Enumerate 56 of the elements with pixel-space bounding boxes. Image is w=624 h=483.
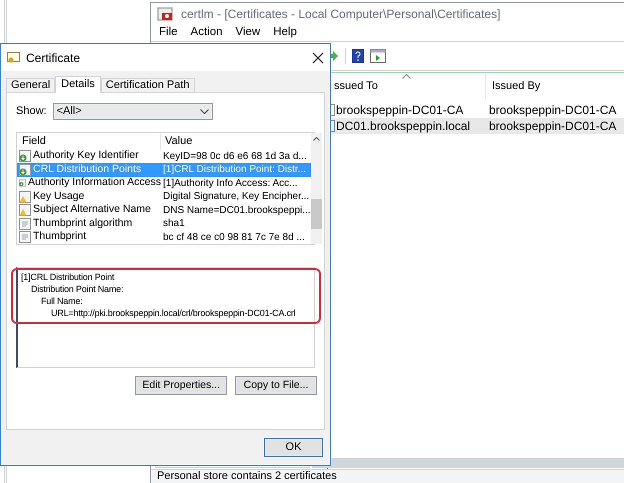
action-button[interactable]: Edit Properties...: [135, 376, 227, 395]
tab[interactable]: Details: [55, 76, 101, 93]
window-title: certlm - [Certificates - Local Computer\Personal\Certificates]: [181, 6, 500, 23]
scrollbar[interactable]: [310, 133, 322, 244]
menu-item[interactable]: View: [236, 24, 260, 42]
help-icon[interactable]: [352, 49, 364, 63]
field-row[interactable]: Thumbprint algorithm sha1: [17, 217, 311, 230]
tab[interactable]: Certification Path: [100, 78, 195, 93]
table-cell-text: Authority Key Identifier: [33, 148, 139, 164]
table-cell-text: Digital Signature, Key Encipher...: [162, 190, 310, 204]
column-header[interactable]: Value: [161, 133, 192, 150]
table-cell-text: [1]CRL Distribution Point: Distr...: [162, 163, 306, 178]
table-cell-text: KeyID=98 0c d6 e6 68 1d 3a d...: [162, 150, 307, 164]
status-bar: Personal store contains 2 certificates: [151, 469, 624, 483]
dialog-title: Certificate: [26, 50, 82, 66]
ok-button[interactable]: OK: [264, 438, 323, 457]
table-cell-text: Authority Information Access: [28, 175, 161, 190]
action-button[interactable]: Copy to File...: [235, 376, 317, 395]
table-cell-text: brookspeppin-DC01-CA: [488, 102, 616, 119]
table-cell-text: bc cf 48 ce c0 98 81 7c 7e 8d ...: [162, 230, 305, 245]
table-cell-text: [1]Authority Info Access: Acc...: [162, 176, 298, 191]
menu-item[interactable]: Help: [273, 24, 297, 42]
table-cell-text: sha1: [162, 217, 185, 232]
scrollbar-thumb[interactable]: [310, 199, 322, 229]
scroll-up-icon[interactable]: [312, 137, 320, 141]
table-cell-text: brookspeppin-DC01-CA: [488, 118, 616, 135]
certificate-icon: [7, 52, 20, 64]
field-row[interactable]: Subject Alternative Name DNS Name=DC01.brookspeppi...: [17, 204, 311, 217]
certificate-console-icon: [157, 7, 173, 21]
menu-item[interactable]: File: [159, 24, 178, 42]
field-row[interactable]: Authority Information Access [1]Authority Info Access: Acc...: [17, 176, 311, 190]
certificate-row[interactable]: DC01.brookspeppin.local brookspeppin-DC01-CA: [328, 118, 624, 134]
table-cell-text: CRL Distribution Points: [33, 162, 142, 177]
close-icon[interactable]: [312, 52, 324, 64]
table-cell-text: Key Usage: [33, 188, 84, 204]
show-label: Show:: [16, 104, 47, 120]
column-header[interactable]: Issued By: [486, 78, 540, 94]
detail-line: Full Name:: [41, 295, 84, 307]
scrollbar[interactable]: [312, 458, 624, 468]
table-cell-text: Thumbprint algorithm: [33, 216, 132, 231]
field-row[interactable]: Authority Key Identifier KeyID=98 0c d6 e6 68 1d 3a d...: [17, 150, 311, 163]
chevron-down-icon: [200, 109, 209, 114]
menu-item[interactable]: Action: [190, 24, 222, 42]
tab[interactable]: General: [6, 78, 56, 93]
field-row[interactable]: Key Usage Digital Signature, Key Encipher...: [17, 190, 311, 204]
table-cell-text: DNS Name=DC01.brookspeppi...: [162, 204, 311, 218]
table-cell-text: brookspeppin-DC01-CA: [336, 102, 464, 119]
show-dropdown[interactable]: <All>: [52, 103, 213, 120]
table-cell-text: Subject Alternative Name: [33, 202, 151, 218]
panel-icon[interactable]: [370, 49, 386, 63]
detail-line: Distribution Point Name:: [31, 283, 124, 295]
table-cell-text: DC01.brookspeppin.local: [336, 118, 470, 135]
detail-line: [1]CRL Distribution Point: [21, 271, 116, 283]
field-row[interactable]: Thumbprint bc cf 48 ce c0 98 81 7c 7e 8d ...: [17, 230, 311, 244]
detail-line: URL=http://pki.brookspeppin.local/crl/brookspeppin-DC01-CA.crl: [51, 307, 296, 319]
table-cell-text: Thumbprint: [33, 229, 86, 244]
